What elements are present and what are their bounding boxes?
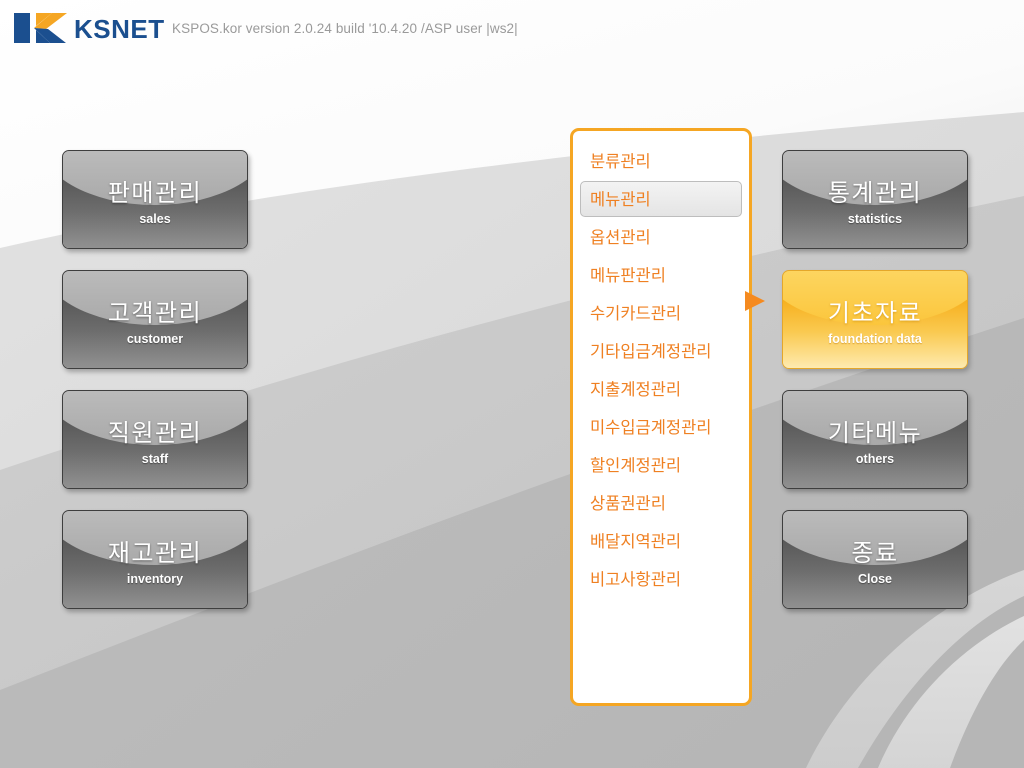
button-label-en: statistics (847, 211, 903, 226)
button-labels: 재고관리 inventory (63, 511, 247, 608)
button-labels: 기타메뉴 others (783, 391, 967, 488)
button-label-en: sales (139, 211, 171, 226)
submenu-item-4[interactable]: 수기카드관리 (580, 295, 742, 331)
button-labels: 고객관리 customer (63, 271, 247, 368)
submenu-item-10[interactable]: 배달지역관리 (580, 523, 742, 559)
app-header: KSNET KSPOS.kor version 2.0.24 build '10… (0, 0, 1024, 60)
button-label-en: staff (141, 451, 169, 466)
submenu-panel: 분류관리 메뉴관리 옵션관리 메뉴판관리 수기카드관리 기타입금계정관리 지출계… (570, 128, 752, 706)
button-labels: 기초자료 foundation data (783, 271, 967, 368)
menu-button-sales[interactable]: 판매관리 sales (62, 150, 248, 249)
submenu-item-0[interactable]: 분류관리 (580, 143, 742, 179)
button-label-ko: 고객관리 (107, 299, 203, 328)
button-label-ko: 기타메뉴 (827, 419, 923, 448)
app-window: KSNET KSPOS.kor version 2.0.24 build '10… (0, 0, 1024, 768)
submenu-item-3[interactable]: 메뉴판관리 (580, 257, 742, 293)
button-label-en: inventory (126, 571, 184, 586)
submenu-item-6[interactable]: 지출계정관리 (580, 371, 742, 407)
submenu-item-7[interactable]: 미수입금계정관리 (580, 409, 742, 445)
submenu-item-9[interactable]: 상품권관리 (580, 485, 742, 521)
button-label-en: others (855, 451, 895, 466)
triangle-right-icon (745, 291, 765, 311)
button-label-en: Close (857, 571, 893, 586)
submenu-item-5[interactable]: 기타입금계정관리 (580, 333, 742, 369)
button-label-ko: 종료 (851, 539, 899, 568)
button-labels: 직원관리 staff (63, 391, 247, 488)
menu-button-staff[interactable]: 직원관리 staff (62, 390, 248, 489)
button-label-ko: 기초자료 (827, 299, 923, 328)
menu-button-foundation-data[interactable]: 기초자료 foundation data (782, 270, 968, 369)
button-label-en: customer (126, 331, 184, 346)
menu-button-customer[interactable]: 고객관리 customer (62, 270, 248, 369)
ksnet-logo-icon: KSNET (14, 13, 164, 44)
button-label-ko: 재고관리 (107, 539, 203, 568)
button-labels: 통계관리 statistics (783, 151, 967, 248)
menu-button-close[interactable]: 종료 Close (782, 510, 968, 609)
submenu-item-11[interactable]: 비고사항관리 (580, 561, 742, 597)
background-artwork (0, 0, 1024, 768)
submenu-item-8[interactable]: 할인계정관리 (580, 447, 742, 483)
button-label-ko: 판매관리 (107, 179, 203, 208)
button-label-ko: 직원관리 (107, 419, 203, 448)
ksnet-wordmark: KSNET (74, 14, 164, 44)
button-label-en: foundation data (828, 331, 922, 346)
submenu-item-2[interactable]: 옵션관리 (580, 219, 742, 255)
submenu-item-1[interactable]: 메뉴관리 (580, 181, 742, 217)
menu-button-others[interactable]: 기타메뉴 others (782, 390, 968, 489)
button-label-ko: 통계관리 (827, 179, 923, 208)
button-labels: 판매관리 sales (63, 151, 247, 248)
version-label: KSPOS.kor version 2.0.24 build '10.4.20 … (172, 21, 518, 36)
menu-button-inventory[interactable]: 재고관리 inventory (62, 510, 248, 609)
menu-button-statistics[interactable]: 통계관리 statistics (782, 150, 968, 249)
button-labels: 종료 Close (783, 511, 967, 608)
